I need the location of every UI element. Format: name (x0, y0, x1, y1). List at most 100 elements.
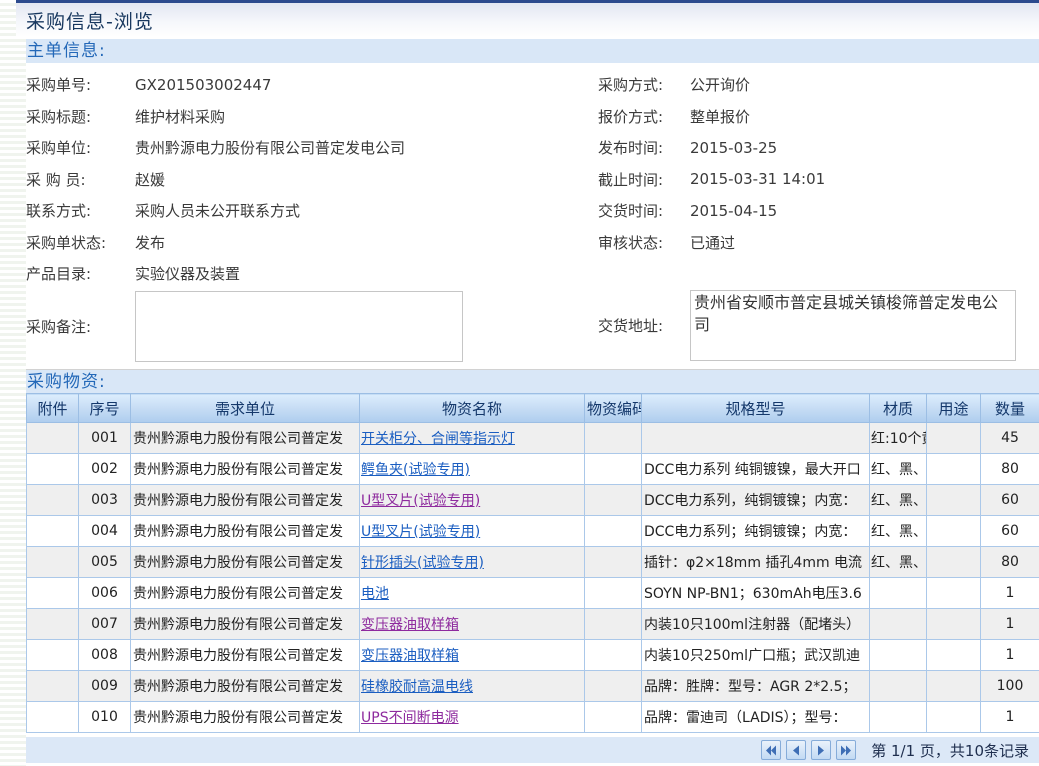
code-cell (585, 485, 642, 516)
material-link[interactable]: U型叉片(试验专用) (361, 524, 480, 540)
material-link[interactable]: 针形插头(试验专用) (361, 555, 484, 571)
code-cell (585, 454, 642, 485)
code-cell (585, 671, 642, 702)
material-link[interactable]: 硅橡胶耐高温电线 (361, 679, 473, 695)
pagination-info: 第 1/1 页，共10条记录 (871, 740, 1029, 761)
table-row: 001 贵州黔源电力股份有限公司普定发 开关柜分、合闸等指示灯 红:10个黄 4… (27, 423, 1039, 454)
table-row: 004 贵州黔源电力股份有限公司普定发 U型叉片(试验专用) DCC电力系列；纯… (27, 516, 1039, 547)
seq-cell: 002 (79, 454, 131, 485)
field-value: 维护材料采购 (135, 106, 225, 127)
field-label: 报价方式: (598, 106, 690, 127)
header-demand-unit: 需求单位 (131, 394, 360, 423)
material-cell (870, 609, 927, 640)
field-value: 2015-03-31 14:01 (690, 170, 825, 188)
usage-cell (927, 578, 981, 609)
field-value: 已通过 (690, 232, 735, 253)
attachment-cell (27, 578, 79, 609)
seq-cell: 003 (79, 485, 131, 516)
materials-table: 附件 序号 需求单位 物资名称 物资编码 规格型号 材质 用途 数量 001 贵… (26, 393, 1039, 733)
field-purchase-remark: 采购备注: (26, 291, 566, 362)
field-value: 2015-03-25 (690, 139, 777, 157)
form-left-column: 采购单号: GX201503002447 采购标题: 维护材料采购 采购单位: … (26, 69, 566, 362)
field-deadline: 截止时间: 2015-03-31 14:01 (598, 164, 1038, 196)
table-row: 010 贵州黔源电力股份有限公司普定发 UPS不间断电源 品牌：雷迪司（LADI… (27, 702, 1039, 733)
table-row: 007 贵州黔源电力股份有限公司普定发 变压器油取样箱 内装10只100ml注射… (27, 609, 1039, 640)
page-title: 采购信息-浏览 (26, 7, 154, 34)
delivery-address-textarea[interactable]: 贵州省安顺市普定县城关镇梭筛普定发电公司 (690, 290, 1016, 361)
usage-cell (927, 454, 981, 485)
field-buyer: 采 购 员: 赵媛 (26, 164, 566, 196)
usage-cell (927, 640, 981, 671)
material-cell (870, 640, 927, 671)
last-page-button[interactable] (836, 740, 856, 760)
code-cell (585, 423, 642, 454)
material-link[interactable]: 鳄鱼夹(试验专用) (361, 462, 470, 478)
field-value: 整单报价 (690, 106, 750, 127)
field-label: 审核状态: (598, 232, 690, 253)
table-row: 002 贵州黔源电力股份有限公司普定发 鳄鱼夹(试验专用) DCC电力系列 纯铜… (27, 454, 1039, 485)
field-value: 发布 (135, 232, 165, 253)
material-link[interactable]: U型叉片(试验专用) (361, 493, 480, 509)
code-cell (585, 609, 642, 640)
spec-cell: SOYN NP-BN1；630mAh电压3.6 (642, 578, 870, 609)
field-value: 公开询价 (690, 74, 750, 95)
spec-cell: DCC电力系列，纯铜镀镍；内宽： (642, 485, 870, 516)
material-link[interactable]: 变压器油取样箱 (361, 617, 459, 633)
header-usage: 用途 (927, 394, 981, 423)
unit-cell: 贵州黔源电力股份有限公司普定发 (131, 423, 360, 454)
next-page-button[interactable] (811, 740, 831, 760)
field-delivery-address: 交货地址: 贵州省安顺市普定县城关镇梭筛普定发电公司 (598, 290, 1038, 361)
field-label: 联系方式: (26, 200, 135, 221)
qty-cell: 80 (981, 547, 1039, 578)
field-label: 交货时间: (598, 200, 690, 221)
material-link[interactable]: 变压器油取样箱 (361, 648, 459, 664)
material-cell (870, 578, 927, 609)
field-label: 交货地址: (598, 315, 690, 336)
seq-cell: 005 (79, 547, 131, 578)
title-bar: 采购信息-浏览 (16, 3, 1039, 37)
spec-cell: 内装10只100ml注射器（配堵头） (642, 609, 870, 640)
spec-cell: 插针：φ2×18mm 插孔4mm 电流 (642, 547, 870, 578)
unit-cell: 贵州黔源电力股份有限公司普定发 (131, 640, 360, 671)
material-name-cell: 鳄鱼夹(试验专用) (360, 454, 585, 485)
purchase-remark-textarea[interactable] (135, 291, 463, 362)
table-row: 005 贵州黔源电力股份有限公司普定发 针形插头(试验专用) 插针：φ2×18m… (27, 547, 1039, 578)
qty-cell: 60 (981, 485, 1039, 516)
field-value: 采购人员未公开联系方式 (135, 200, 300, 221)
field-value: 贵州黔源电力股份有限公司普定发电公司 (135, 137, 405, 158)
field-delivery-time: 交货时间: 2015-04-15 (598, 195, 1038, 227)
usage-cell (927, 423, 981, 454)
section-header-materials: 采购物资: (26, 369, 1039, 393)
usage-cell (927, 609, 981, 640)
material-cell (870, 671, 927, 702)
pagination-bar: 第 1/1 页，共10条记录 (26, 737, 1039, 763)
seq-cell: 001 (79, 423, 131, 454)
material-name-cell: U型叉片(试验专用) (360, 485, 585, 516)
seq-cell: 010 (79, 702, 131, 733)
code-cell (585, 516, 642, 547)
attachment-cell (27, 423, 79, 454)
spec-cell (642, 423, 870, 454)
material-name-cell: 变压器油取样箱 (360, 609, 585, 640)
prev-page-button[interactable] (786, 740, 806, 760)
section-header-main-info: 主单信息: (26, 39, 1039, 63)
qty-cell: 80 (981, 454, 1039, 485)
header-material-name: 物资名称 (360, 394, 585, 423)
material-link[interactable]: UPS不间断电源 (361, 710, 459, 726)
material-name-cell: 硅橡胶耐高温电线 (360, 671, 585, 702)
first-page-button[interactable] (761, 740, 781, 760)
field-order-number: 采购单号: GX201503002447 (26, 69, 566, 101)
usage-cell (927, 671, 981, 702)
material-cell: 红、黑、 (870, 485, 927, 516)
material-link[interactable]: 电池 (361, 586, 389, 602)
double-right-arrow-icon (840, 745, 852, 756)
attachment-cell (27, 609, 79, 640)
field-value: GX201503002447 (135, 76, 271, 94)
field-label: 采购单状态: (26, 232, 135, 253)
material-link[interactable]: 开关柜分、合闸等指示灯 (361, 431, 515, 447)
attachment-cell (27, 702, 79, 733)
code-cell (585, 578, 642, 609)
spec-cell: 品牌：雷迪司（LADIS）；型号： (642, 702, 870, 733)
unit-cell: 贵州黔源电力股份有限公司普定发 (131, 578, 360, 609)
material-cell: 红:10个黄 (870, 423, 927, 454)
